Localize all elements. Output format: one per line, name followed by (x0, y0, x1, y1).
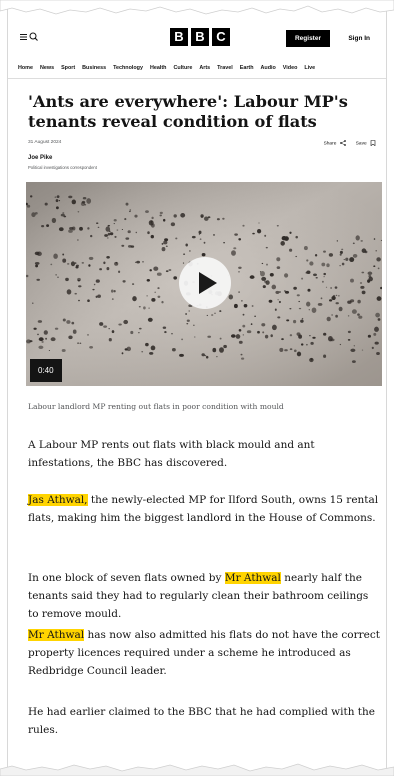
play-icon (199, 272, 217, 294)
video-duration: 0:40 (30, 359, 62, 382)
page-edge-left (2, 0, 8, 776)
site-header: B B C Register Sign In (20, 26, 374, 50)
highlight-mr-athwal-1: Mr Athwal (224, 572, 281, 584)
bookmark-icon (370, 140, 376, 146)
search-icon[interactable] (29, 32, 38, 41)
nav-item-business[interactable]: Business (82, 62, 106, 74)
paragraph-2: Jas Athwal, the newly-elected MP for Ilf… (28, 491, 380, 527)
logo-letter-b1: B (170, 28, 188, 46)
nav-item-home[interactable]: Home (18, 62, 33, 74)
video-caption: Labour landlord MP renting out flats in … (28, 402, 284, 411)
highlight-mr-athwal-2: Mr Athwal (28, 629, 85, 641)
nav-divider (8, 78, 386, 79)
nav-item-live[interactable]: Live (304, 62, 315, 74)
nav-item-sport[interactable]: Sport (61, 62, 75, 74)
article-page: B B C Register Sign In Home News Sport B… (8, 0, 386, 776)
menu-search-toggle[interactable] (20, 32, 38, 41)
nav-item-technology[interactable]: Technology (113, 62, 143, 74)
share-save-bar: Share Save (324, 140, 376, 146)
paragraph-4: Mr Athwal has now also admitted his flat… (28, 626, 380, 680)
share-label: Share (323, 141, 337, 147)
logo-letter-b2: B (191, 28, 209, 46)
register-button[interactable]: Register (285, 30, 330, 47)
share-icon (339, 140, 346, 146)
article-date: 31 August 2024 (28, 140, 62, 145)
nav-item-audio[interactable]: Audio (261, 62, 276, 74)
share-button[interactable]: Share (324, 140, 346, 146)
highlight-jas-athwal: Jas Athwal, (28, 494, 88, 506)
author-role: Political investigations correspondent (28, 165, 97, 170)
torn-edge-top (0, 0, 394, 15)
play-button[interactable] (179, 257, 231, 309)
video-player[interactable]: 0:40 (26, 182, 382, 386)
nav-item-health[interactable]: Health (150, 62, 166, 74)
main-nav: Home News Sport Business Technology Heal… (18, 62, 382, 74)
page-edge-right (386, 0, 392, 776)
paragraph-3-start: In one block of seven flats owned by (28, 572, 225, 584)
paragraph-3: In one block of seven flats owned by Mr … (28, 569, 380, 623)
save-button[interactable]: Save (356, 140, 376, 146)
nav-item-culture[interactable]: Culture (173, 62, 192, 74)
author-name[interactable]: Joe Pike (28, 155, 52, 161)
nav-item-earth[interactable]: Earth (240, 62, 254, 74)
nav-item-video[interactable]: Video (283, 62, 298, 74)
bbc-logo[interactable]: B B C (170, 28, 230, 46)
signin-button[interactable]: Sign In (346, 30, 372, 47)
paragraph-1: A Labour MP rents out flats with black m… (28, 439, 315, 469)
torn-edge-bottom (0, 763, 394, 776)
logo-letter-c: C (212, 28, 230, 46)
nav-item-travel[interactable]: Travel (217, 62, 233, 74)
article-headline: 'Ants are everywhere': Labour MP's tenan… (28, 92, 348, 131)
save-label: Save (355, 141, 367, 147)
paragraph-5: He had earlier claimed to the BBC that h… (28, 706, 375, 736)
nav-item-news[interactable]: News (40, 62, 54, 74)
nav-item-arts[interactable]: Arts (199, 62, 210, 74)
menu-icon[interactable] (20, 33, 28, 41)
